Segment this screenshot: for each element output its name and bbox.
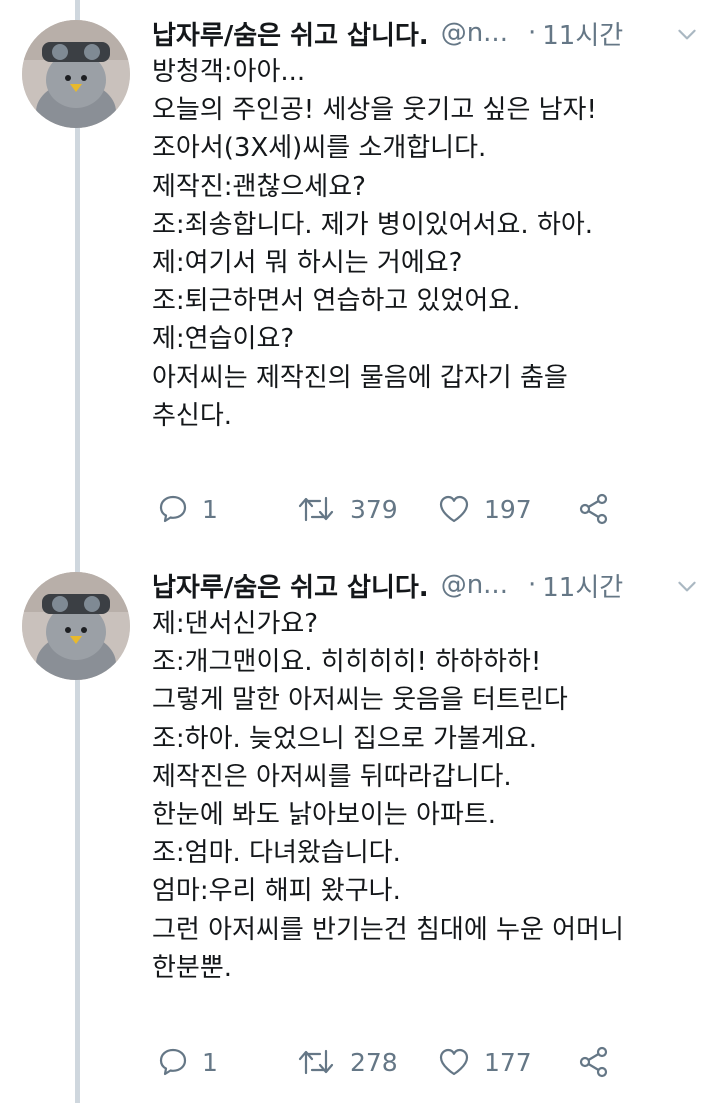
speech-bubble-icon (159, 495, 187, 523)
avatar[interactable] (22, 572, 130, 680)
share-nodes-icon (579, 1046, 608, 1078)
tweet-text-line: 방청객:아아... (152, 57, 306, 87)
timestamp[interactable]: 11시간 (542, 15, 623, 52)
heart-outline-icon (439, 495, 469, 523)
penguin-avatar-image (22, 572, 130, 680)
separator-dot: · (527, 18, 537, 48)
tweet-text-line: 한분뿐. (152, 952, 233, 983)
tweet-text: 방청객:아아... 오늘의 주인공! 세상을 웃기고 싶은 남자! 조아서(3X… (152, 53, 700, 435)
avatar[interactable] (22, 20, 130, 128)
timestamp[interactable]: 11시간 (542, 567, 623, 604)
tweet-text-line: 그렇게 말한 아저씨는 웃음을 터트린다 (152, 685, 568, 716)
author-handle[interactable]: @n... (441, 570, 508, 600)
tweet-text-line: 조:개그맨이요. 히히히히! 하하하하! (152, 647, 542, 678)
tweet-text-line: 추신다. (152, 400, 233, 431)
thread-connector-line (75, 0, 80, 1103)
tweet-text-line: 오늘의 주인공! 세상을 웃기고 싶은 남자! (152, 95, 597, 126)
tweet-text-line: 아저씨는 제작진의 물음에 갑자기 춤을 (152, 362, 568, 393)
tweet-text-line: 제:여기서 뭐 하시는 거에요? (152, 248, 463, 279)
tweet-text-line: 엄마:우리 해피 왔구나. (152, 876, 401, 907)
like-count: 197 (484, 494, 532, 524)
share-button[interactable] (578, 489, 610, 529)
penguin-avatar-image (22, 20, 130, 128)
tweet-text-line: 조:퇴근하면서 연습하고 있었어요. (152, 286, 521, 317)
heart-outline-icon (439, 1048, 469, 1076)
tweet-text-line: 제작진은 아저씨를 뒤따라갑니다. (152, 761, 512, 792)
tweet-actions: 1 379 197 (152, 489, 672, 529)
retweet-arrows-icon (298, 496, 334, 522)
retweet-count: 278 (350, 1047, 398, 1077)
reply-count: 1 (202, 1047, 218, 1077)
tweet-text-line: 조아서(3X세)씨를 소개합니다. (152, 133, 487, 164)
tweet-actions: 1 278 177 (152, 1042, 672, 1082)
tweet-text: 제:댄서신가요? 조:개그맨이요. 히히히히! 하하하하! 그렇게 말한 아저씨… (152, 605, 700, 987)
tweet-text-line: 조:엄마. 다녀왔습니다. (152, 838, 401, 869)
chevron-down-icon[interactable] (674, 573, 700, 599)
retweet-count: 379 (350, 494, 398, 524)
retweet-button[interactable]: 379 (296, 489, 398, 529)
like-button[interactable]: 177 (438, 1042, 532, 1082)
tweet-text-line: 조:죄송합니다. 제가 병이있어서요. 하아. (152, 209, 594, 240)
reply-button[interactable]: 1 (158, 489, 218, 529)
author-handle[interactable]: @n... (441, 18, 508, 48)
share-nodes-icon (579, 493, 608, 525)
reply-count: 1 (202, 494, 218, 524)
tweet-text-line: 조:하아. 늦었으니 집으로 가볼게요. (152, 723, 537, 754)
author-name[interactable]: 납자루/숨은 쉬고 삽니다. (152, 15, 429, 52)
tweet-text-line: 제:댄서신가요? (152, 609, 319, 639)
tweet-text-line: 한눈에 봐도 낡아보이는 아파트. (152, 800, 497, 831)
retweet-button[interactable]: 278 (296, 1042, 398, 1082)
separator-dot: · (527, 570, 537, 600)
reply-button[interactable]: 1 (158, 1042, 218, 1082)
tweet-text-line: 그런 아저씨를 반기는건 침대에 누운 어머니 (152, 914, 624, 945)
author-name[interactable]: 납자루/숨은 쉬고 삽니다. (152, 567, 429, 604)
like-count: 177 (484, 1047, 532, 1077)
tweet-text-line: 제작진:괜찮으세요? (152, 171, 366, 202)
speech-bubble-icon (159, 1048, 187, 1076)
share-button[interactable] (578, 1042, 610, 1082)
retweet-arrows-icon (298, 1049, 334, 1075)
tweet-text-line: 제:연습이요? (152, 324, 295, 355)
like-button[interactable]: 197 (438, 489, 532, 529)
chevron-down-icon[interactable] (674, 21, 700, 47)
